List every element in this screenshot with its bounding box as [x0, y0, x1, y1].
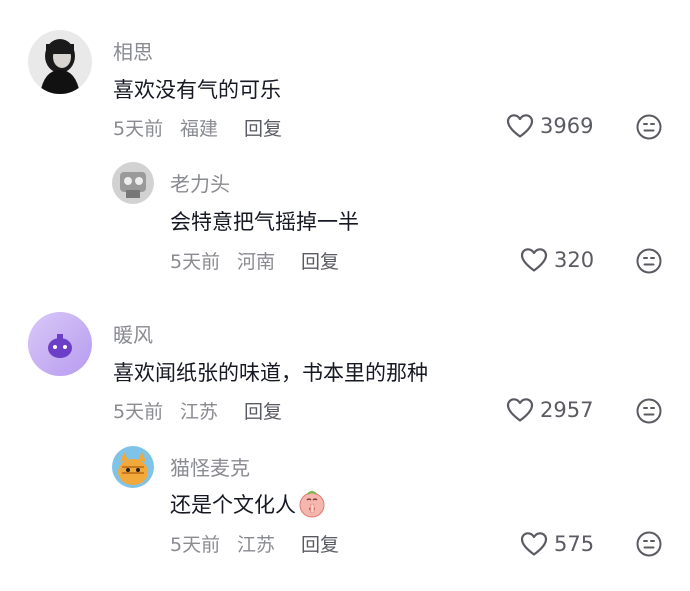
- dislike-button[interactable]: [635, 247, 663, 275]
- username[interactable]: 相思: [113, 36, 153, 65]
- like-count: 575: [554, 532, 595, 556]
- like-button[interactable]: 3969: [506, 113, 593, 139]
- comment-text: 还是个文化人: [170, 489, 326, 519]
- like-button[interactable]: 2957: [506, 397, 593, 423]
- reply-button[interactable]: 回复: [301, 247, 339, 274]
- comment-time: 5天前: [170, 251, 221, 273]
- heart-outline-icon: [506, 398, 534, 422]
- dislike-button[interactable]: [635, 113, 663, 141]
- username[interactable]: 猫怪麦克: [170, 452, 250, 481]
- comment-location: 河南: [237, 251, 276, 273]
- dislike-button[interactable]: [635, 530, 663, 558]
- heart-outline-icon: [506, 114, 534, 138]
- comment-location: 江苏: [180, 401, 219, 423]
- comment-text: 喜欢闻纸张的味道，书本里的那种: [113, 361, 428, 385]
- like-count: 2957: [540, 398, 594, 422]
- username[interactable]: 老力头: [170, 168, 230, 197]
- dislike-button[interactable]: [635, 397, 663, 425]
- avatar[interactable]: [112, 162, 154, 204]
- username[interactable]: 暖风: [113, 319, 153, 348]
- avatar[interactable]: [28, 30, 92, 94]
- comment-text: 会特意把气摇掉一半: [170, 210, 359, 234]
- comment-location: 福建: [180, 118, 219, 140]
- like-count: 320: [554, 248, 595, 272]
- like-button[interactable]: 575: [520, 531, 594, 557]
- reply-button[interactable]: 回复: [244, 114, 282, 141]
- like-count: 3969: [540, 114, 594, 138]
- avatar[interactable]: [112, 446, 154, 488]
- reply-button[interactable]: 回复: [244, 397, 282, 424]
- comment-time: 5天前: [170, 534, 221, 556]
- meh-face-icon: [636, 114, 662, 140]
- heart-outline-icon: [520, 248, 548, 272]
- comment-time: 5天前: [113, 401, 164, 423]
- avatar[interactable]: [28, 312, 92, 376]
- reply-button[interactable]: 回复: [301, 530, 339, 557]
- heart-outline-icon: [520, 532, 548, 556]
- comment-text-content: 还是个文化人: [170, 493, 296, 517]
- meh-face-icon: [636, 531, 662, 557]
- shush-emoji-icon: [298, 490, 326, 518]
- comment-location: 江苏: [237, 534, 276, 556]
- comment-text: 喜欢没有气的可乐: [113, 78, 281, 102]
- like-button[interactable]: 320: [520, 247, 594, 273]
- meh-face-icon: [636, 248, 662, 274]
- comment-time: 5天前: [113, 118, 164, 140]
- meh-face-icon: [636, 398, 662, 424]
